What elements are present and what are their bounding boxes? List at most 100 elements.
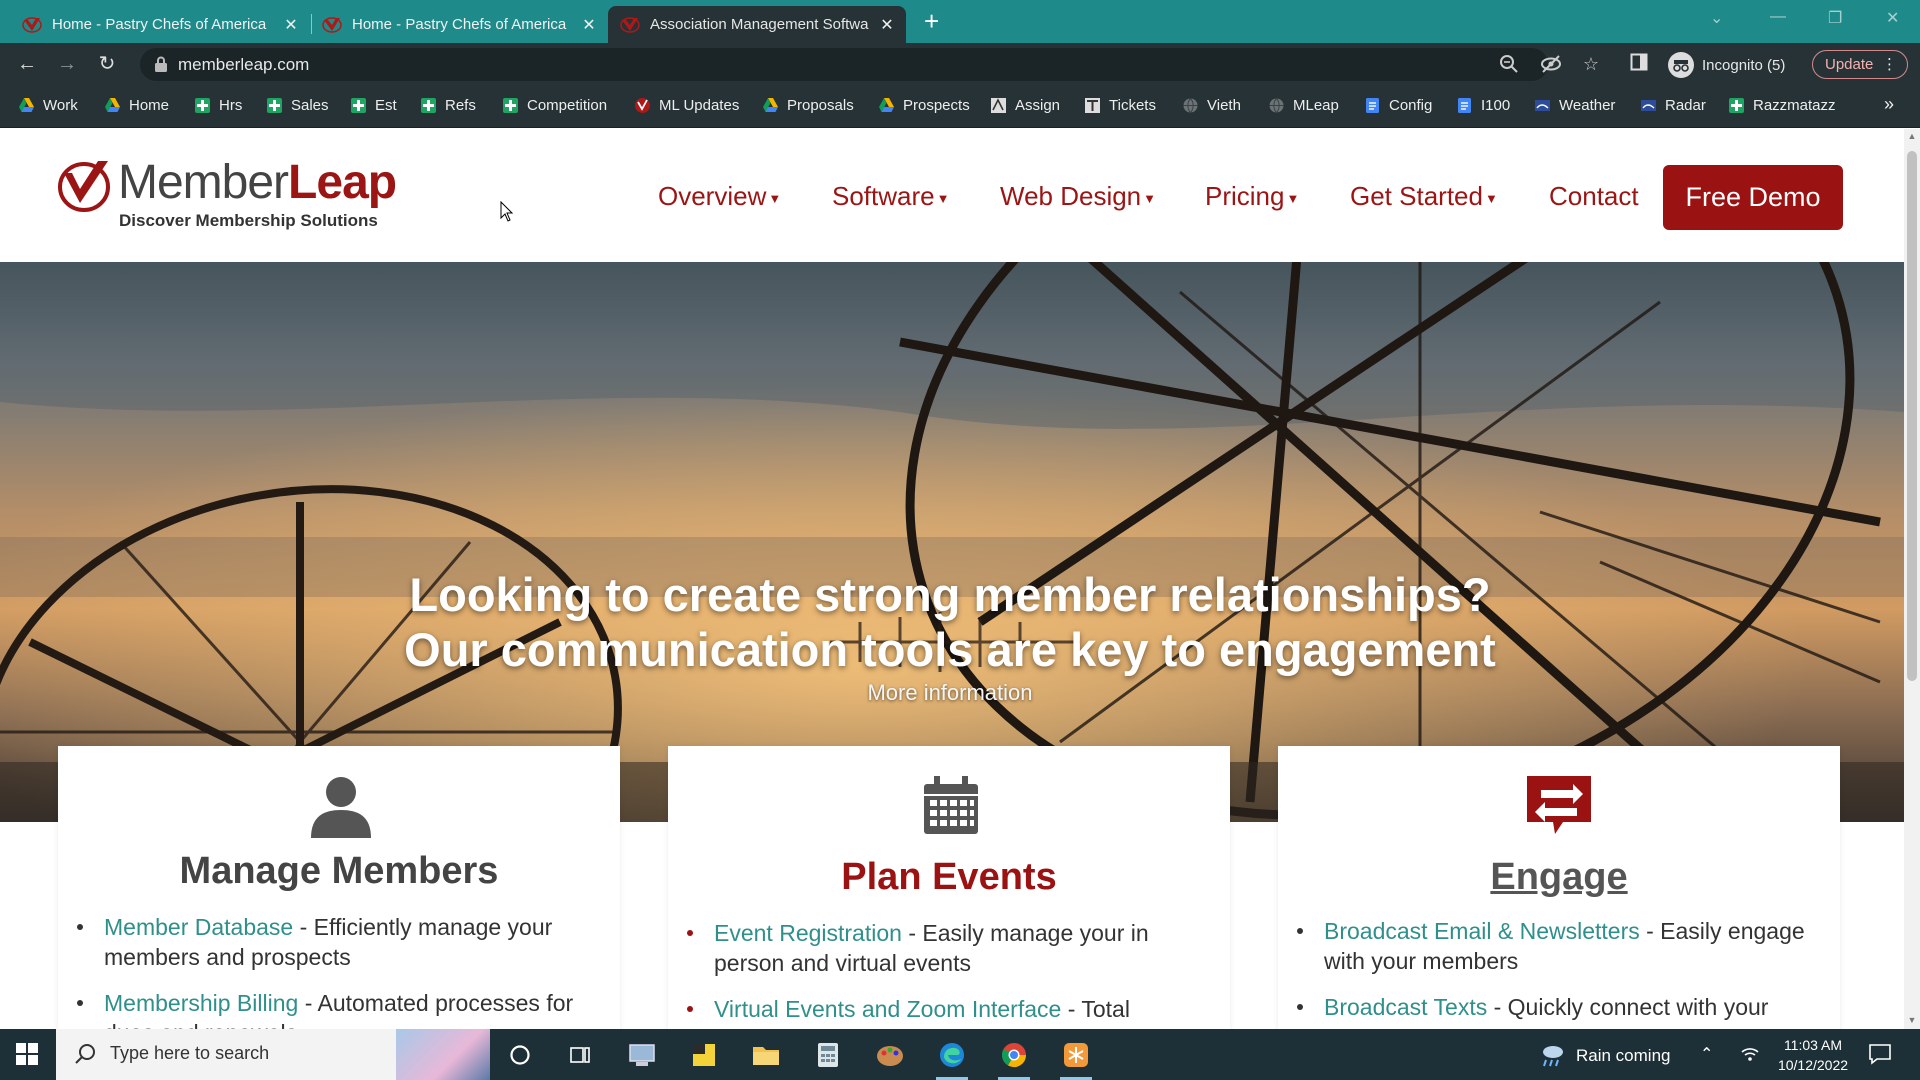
hero-headline: Looking to create strong member relation… xyxy=(404,568,1496,676)
calculator-icon[interactable] xyxy=(810,1037,846,1073)
close-window-icon[interactable]: ✕ xyxy=(1886,8,1899,28)
address-bar[interactable]: memberleap.com xyxy=(140,48,1548,81)
sticky-notes-icon[interactable] xyxy=(686,1037,722,1073)
minimize-window-icon[interactable]: — xyxy=(1770,8,1786,26)
person-icon xyxy=(311,777,371,838)
url-text[interactable]: memberleap.com xyxy=(178,55,309,75)
memberleap-logo[interactable]: MemberLeap Discover Membership Solutions xyxy=(56,155,397,235)
bookmark-assign[interactable]: Assign xyxy=(990,97,1060,114)
chrome-browser-icon[interactable] xyxy=(996,1037,1032,1080)
broadcast-email-link[interactable]: Broadcast Email & Newsletters xyxy=(1324,918,1640,944)
bookmark-proposals[interactable]: Proposals xyxy=(762,97,854,114)
memberleap-favicon-icon xyxy=(322,16,342,33)
bookmark-i100[interactable]: I100 xyxy=(1456,97,1510,114)
clock-date: 10/12/2022 xyxy=(1777,1057,1849,1073)
zoom-icon[interactable] xyxy=(1498,54,1520,76)
sheets-icon xyxy=(266,97,283,114)
bookmark-vieth[interactable]: Vieth xyxy=(1182,97,1241,114)
bookmark-work[interactable]: Work xyxy=(18,97,78,114)
bookmark-sales[interactable]: Sales xyxy=(266,97,329,114)
cortana-icon[interactable] xyxy=(502,1037,538,1073)
notification-center-icon[interactable] xyxy=(1868,1042,1892,1066)
file-explorer-icon[interactable] xyxy=(748,1037,784,1073)
bookmark-est[interactable]: Est xyxy=(350,97,397,114)
list-item: Broadcast Email & Newsletters - Easily e… xyxy=(1297,916,1814,976)
browser-toolbar: ← → ↻ memberleap.com ☆ Incognito (5) Upd… xyxy=(0,43,1920,86)
site-header: MemberLeap Discover Membership Solutions… xyxy=(0,129,1904,262)
wifi-icon[interactable] xyxy=(1740,1044,1760,1067)
menu-dots-icon[interactable]: ⋮ xyxy=(1882,51,1897,78)
scroll-up-icon[interactable]: ▲ xyxy=(1904,131,1920,141)
new-tab-button[interactable]: + xyxy=(924,6,939,36)
bookmark-razzmatazz[interactable]: Razzmatazz xyxy=(1728,97,1836,114)
tab-pastry-chefs-1[interactable]: Home - Pastry Chefs of America ✕ xyxy=(10,6,310,43)
windows-start-icon[interactable] xyxy=(16,1043,38,1065)
bookmark-prospects[interactable]: Prospects xyxy=(878,97,970,114)
snowflake-app-icon[interactable] xyxy=(1058,1037,1094,1080)
bookmark-tickets[interactable]: Tickets xyxy=(1084,97,1156,114)
side-panel-icon[interactable] xyxy=(1628,53,1650,75)
taskbar-search-box[interactable]: Type here to search xyxy=(56,1029,490,1080)
tab-search-chevron-icon[interactable]: ⌄ xyxy=(1710,8,1723,28)
scroll-down-icon[interactable]: ▼ xyxy=(1904,1015,1920,1025)
nav-software[interactable]: Software ▼ xyxy=(832,181,949,212)
tab-close-icon[interactable]: ✕ xyxy=(284,15,298,35)
hidden-icons-chevron-icon[interactable]: ⌃ xyxy=(1700,1044,1713,1064)
tab-close-icon[interactable]: ✕ xyxy=(880,15,894,35)
caret-down-icon: ▼ xyxy=(768,190,782,206)
tracking-blocked-eye-icon[interactable] xyxy=(1540,53,1562,75)
bookmark-radar[interactable]: Radar xyxy=(1640,97,1706,114)
bookmark-mleap[interactable]: MLeap xyxy=(1268,97,1339,114)
more-bookmarks-icon[interactable]: » xyxy=(1884,94,1894,115)
bookmark-weather[interactable]: Weather xyxy=(1534,97,1615,114)
edge-browser-icon[interactable] xyxy=(934,1037,970,1080)
bookmark-home[interactable]: Home xyxy=(104,97,169,114)
calendar-icon xyxy=(924,776,978,834)
nav-overview[interactable]: Overview ▼ xyxy=(658,181,781,212)
forward-arrow-icon[interactable]: → xyxy=(54,51,80,77)
virtual-events-link[interactable]: Virtual Events and Zoom Interface xyxy=(714,996,1061,1022)
incognito-profile-button[interactable]: Incognito (5) xyxy=(1668,52,1785,78)
lock-icon[interactable] xyxy=(154,56,168,72)
page-scrollbar[interactable]: ▲ ▼ xyxy=(1904,129,1920,1029)
nav-web-design[interactable]: Web Design ▼ xyxy=(1000,181,1156,212)
nav-contact[interactable]: Contact xyxy=(1549,181,1639,212)
tab-pastry-chefs-2[interactable]: Home - Pastry Chefs of America ✕ xyxy=(310,6,608,43)
update-label: Update xyxy=(1825,56,1874,73)
bookmark-hrs[interactable]: Hrs xyxy=(194,97,242,114)
back-arrow-icon[interactable]: ← xyxy=(14,51,40,77)
search-placeholder: Type here to search xyxy=(110,1043,270,1063)
broadcast-texts-link[interactable]: Broadcast Texts xyxy=(1324,994,1487,1020)
tab-association-management[interactable]: Association Management Softwa ✕ xyxy=(608,6,906,43)
docs-icon xyxy=(1456,97,1473,114)
caret-down-icon: ▼ xyxy=(1484,190,1498,206)
bookmark-competition[interactable]: Competition xyxy=(502,97,607,114)
nav-pricing[interactable]: Pricing ▼ xyxy=(1205,181,1299,212)
weather-text: Rain coming xyxy=(1576,1046,1671,1065)
more-information-link[interactable]: More information xyxy=(0,680,1900,706)
task-view-icon[interactable] xyxy=(562,1037,598,1073)
free-demo-button[interactable]: Free Demo xyxy=(1663,165,1843,230)
scroll-thumb[interactable] xyxy=(1907,151,1917,681)
bookmark-config[interactable]: Config xyxy=(1364,97,1432,114)
nav-get-started[interactable]: Get Started ▼ xyxy=(1350,181,1498,212)
reload-icon[interactable]: ↻ xyxy=(94,51,120,77)
search-icon xyxy=(75,1044,95,1064)
restore-window-icon[interactable]: ❐ xyxy=(1828,8,1842,28)
plan-events-card: Plan Events Event Registration - Easily … xyxy=(668,746,1230,1029)
card-title[interactable]: Engage xyxy=(1278,856,1840,899)
network-app-icon[interactable] xyxy=(624,1037,660,1073)
system-clock[interactable]: 11:03 AM 10/12/2022 xyxy=(1768,1035,1858,1075)
bookmark-star-icon[interactable]: ☆ xyxy=(1580,53,1602,75)
membership-billing-link[interactable]: Membership Billing xyxy=(104,990,298,1016)
member-database-link[interactable]: Member Database xyxy=(104,914,293,940)
update-button[interactable]: Update ⋮ xyxy=(1812,50,1908,79)
paint-app-icon[interactable] xyxy=(872,1037,908,1073)
bookmark-refs[interactable]: Refs xyxy=(420,97,476,114)
assign-icon xyxy=(990,97,1007,114)
bookmark-ml-updates[interactable]: ML Updates xyxy=(634,97,739,114)
tab-close-icon[interactable]: ✕ xyxy=(582,15,596,35)
weather-widget[interactable]: Rain coming xyxy=(1538,1043,1671,1069)
event-registration-link[interactable]: Event Registration xyxy=(714,920,902,946)
list-item: Membership Billing - Automated processes… xyxy=(77,988,594,1029)
